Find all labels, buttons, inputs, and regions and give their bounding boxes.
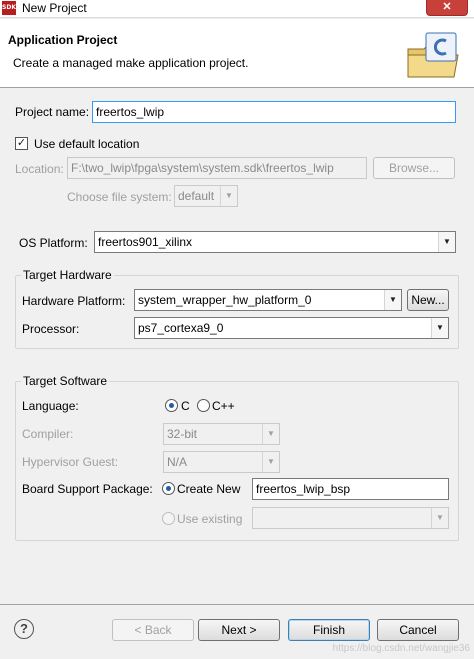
use-default-location-checkbox[interactable]: ✓ [15, 137, 28, 150]
chevron-down-icon: ▼ [220, 186, 237, 206]
wizard-header: Application Project Create a managed mak… [0, 19, 474, 88]
processor-label: Processor: [22, 322, 80, 336]
footer-separator [0, 604, 474, 605]
chevron-down-icon: ▼ [262, 452, 279, 472]
chevron-down-icon: ▼ [431, 318, 448, 338]
use-default-location-label: Use default location [34, 137, 140, 151]
hardware-platform-select[interactable]: system_wrapper_hw_platform_0 ▼ [134, 289, 402, 311]
language-c-label: C [181, 399, 190, 413]
bsp-create-new-radio[interactable] [162, 482, 175, 495]
language-c-radio[interactable] [165, 399, 178, 412]
cancel-button[interactable]: Cancel [377, 619, 459, 641]
back-button[interactable]: < Back [112, 619, 194, 641]
bsp-use-existing-radio[interactable] [162, 512, 175, 525]
project-name-input[interactable]: freertos_lwip [92, 101, 456, 123]
title-bar: SDK New Project ✕ [0, 0, 474, 18]
next-button[interactable]: Next > [198, 619, 280, 641]
new-hardware-platform-button[interactable]: New... [407, 289, 449, 311]
language-label: Language: [22, 399, 79, 413]
bsp-use-existing-label: Use existing [177, 512, 243, 526]
hypervisor-guest-value: N/A [167, 455, 188, 469]
bsp-create-new-label: Create New [177, 482, 241, 496]
hardware-platform-value: system_wrapper_hw_platform_0 [138, 293, 312, 307]
page-description: Create a managed make application projec… [13, 56, 249, 70]
processor-value: ps7_cortexa9_0 [138, 321, 224, 335]
location-label: Location: [15, 162, 64, 176]
location-input[interactable]: F:\two_lwip\fpga\system\system.sdk\freer… [67, 157, 367, 179]
processor-select[interactable]: ps7_cortexa9_0 ▼ [134, 317, 449, 339]
os-platform-value: freertos901_xilinx [98, 235, 193, 249]
compiler-select[interactable]: 32-bit ▼ [163, 423, 280, 445]
browse-button[interactable]: Browse... [373, 157, 455, 179]
help-icon[interactable]: ? [14, 619, 34, 639]
language-cpp-label: C++ [212, 399, 235, 413]
chevron-down-icon: ▼ [384, 290, 401, 310]
page-title: Application Project [8, 33, 118, 47]
os-platform-label: OS Platform: [19, 236, 88, 250]
chevron-down-icon: ▼ [438, 232, 455, 252]
hardware-platform-label: Hardware Platform: [22, 294, 126, 308]
language-cpp-radio[interactable] [197, 399, 210, 412]
file-system-value: default [178, 189, 215, 203]
chevron-down-icon: ▼ [431, 508, 448, 528]
bsp-name-input[interactable]: freertos_lwip_bsp [252, 478, 449, 500]
hypervisor-guest-label: Hypervisor Guest: [22, 455, 119, 469]
compiler-value: 32-bit [167, 427, 198, 441]
target-hardware-title: Target Hardware [21, 268, 114, 282]
bsp-use-existing-select[interactable]: ▼ [252, 507, 449, 529]
sdk-app-icon: SDK [2, 1, 16, 15]
target-software-title: Target Software [21, 374, 110, 388]
os-platform-select[interactable]: freertos901_xilinx ▼ [94, 231, 456, 253]
compiler-label: Compiler: [22, 427, 74, 441]
close-button[interactable]: ✕ [426, 0, 468, 16]
chevron-down-icon: ▼ [262, 424, 279, 444]
hypervisor-guest-select[interactable]: N/A ▼ [163, 451, 280, 473]
file-system-label: Choose file system: [67, 190, 172, 204]
watermark: https://blog.csdn.net/wangjie36 [332, 643, 470, 654]
file-system-select[interactable]: default ▼ [174, 185, 238, 207]
bsp-label: Board Support Package: [22, 482, 153, 496]
project-name-label: Project name: [15, 105, 90, 119]
window-title: New Project [22, 1, 87, 15]
new-project-folder-icon [407, 32, 459, 78]
finish-button[interactable]: Finish [288, 619, 370, 641]
